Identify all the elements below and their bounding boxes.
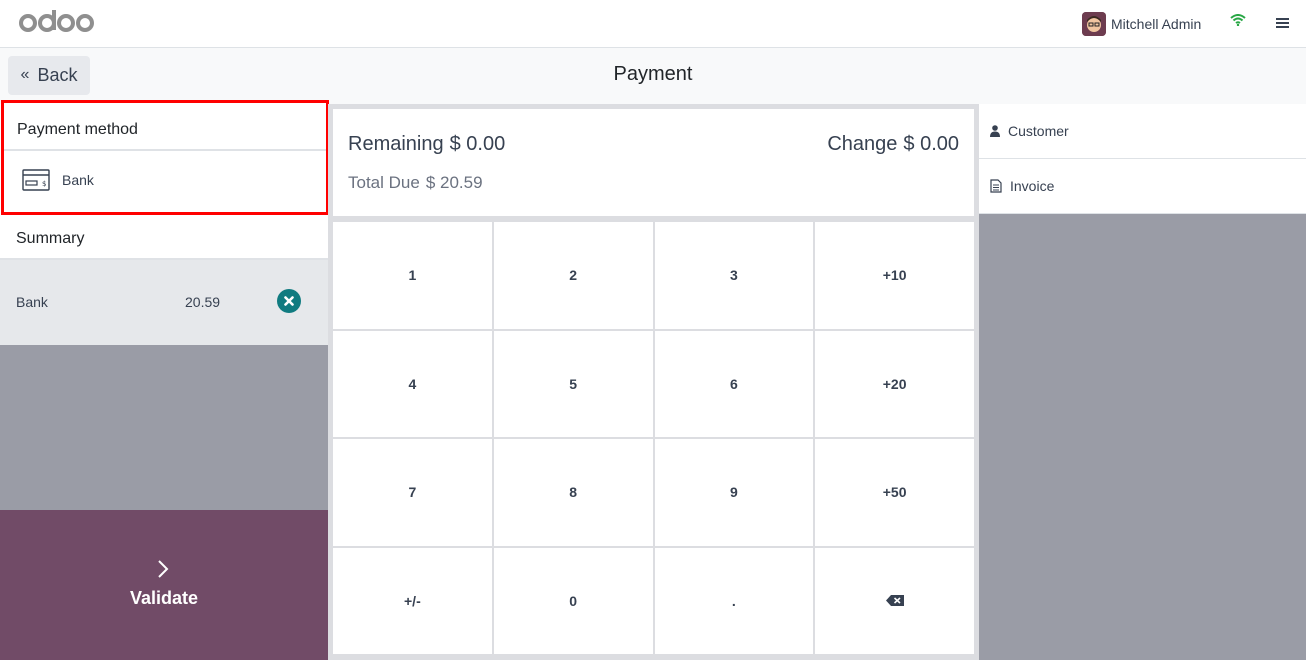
numpad-key-decimal[interactable]: . bbox=[654, 547, 814, 654]
numpad-key-5[interactable]: 5 bbox=[493, 330, 653, 437]
numpad-key-4[interactable]: 4 bbox=[333, 330, 492, 437]
chevron-right-icon bbox=[158, 560, 169, 578]
left-panel: Payment method $ Bank Summary Bank 20.59 bbox=[0, 100, 329, 660]
payment-line[interactable]: Bank 20.59 bbox=[0, 260, 328, 345]
numpad-key-sign[interactable]: +/- bbox=[333, 547, 492, 654]
summary-title: Summary bbox=[16, 230, 85, 247]
empty-area bbox=[0, 345, 328, 510]
page-title: Payment bbox=[613, 63, 693, 85]
invoice-label: Invoice bbox=[1010, 178, 1055, 194]
validate-button[interactable]: Validate bbox=[0, 510, 328, 660]
hamburger-menu-icon[interactable] bbox=[1276, 17, 1289, 29]
numpad-key-plus50[interactable]: +50 bbox=[815, 439, 974, 546]
payment-line-amount: 20.59 bbox=[185, 294, 221, 310]
numpad-key-plus20[interactable]: +20 bbox=[815, 330, 974, 437]
numpad-key-0[interactable]: 0 bbox=[493, 547, 653, 654]
divider bbox=[4, 149, 326, 151]
remaining-label: Remaining bbox=[348, 133, 444, 155]
numpad-key-2[interactable]: 2 bbox=[493, 222, 653, 329]
change-label: Change bbox=[827, 133, 898, 155]
change: Change $ 0.00 bbox=[827, 133, 959, 156]
close-icon bbox=[284, 296, 294, 306]
numpad-key-9[interactable]: 9 bbox=[654, 439, 814, 546]
validate-label: Validate bbox=[129, 588, 199, 608]
payment-method-section: Payment method $ Bank bbox=[1, 100, 329, 215]
wifi-icon bbox=[1230, 14, 1246, 26]
total-due-value: $ 20.59 bbox=[425, 173, 483, 192]
numpad-key-8[interactable]: 8 bbox=[493, 439, 653, 546]
invoice-button[interactable]: Invoice bbox=[979, 159, 1306, 214]
numpad-key-1[interactable]: 1 bbox=[333, 222, 492, 329]
numpad-key-plus10[interactable]: +10 bbox=[815, 222, 974, 329]
payment-line-name: Bank bbox=[16, 294, 48, 310]
top-navbar: Mitchell Admin bbox=[0, 0, 1306, 48]
svg-text:$: $ bbox=[42, 180, 46, 188]
payment-status: Remaining $ 0.00 Change $ 0.00 Total Due $ … bbox=[333, 109, 974, 216]
payment-method-title: Payment method bbox=[17, 121, 138, 138]
payment-method-label: Bank bbox=[62, 172, 94, 188]
credit-card-icon: $ bbox=[22, 169, 50, 191]
customer-button[interactable]: Customer bbox=[979, 104, 1306, 159]
odoo-logo[interactable] bbox=[18, 6, 98, 40]
numpad-key-3[interactable]: 3 bbox=[654, 222, 814, 329]
total-due-label: Total Due bbox=[348, 173, 420, 192]
backspace-icon bbox=[885, 595, 904, 607]
user-name: Mitchell Admin bbox=[1111, 16, 1202, 32]
delete-payment-button[interactable] bbox=[277, 289, 301, 313]
user-icon bbox=[990, 125, 1000, 137]
control-bar: « Back Payment bbox=[0, 48, 1306, 104]
payment-method-bank[interactable]: $ Bank bbox=[22, 169, 94, 191]
numpad: 1 2 3 +10 4 5 6 +20 7 8 9 +50 +/- 0 . bbox=[333, 222, 974, 654]
payment-center: Remaining $ 0.00 Change $ 0.00 Total Due $ … bbox=[328, 104, 979, 660]
numpad-key-7[interactable]: 7 bbox=[333, 439, 492, 546]
change-value: $ 0.00 bbox=[903, 133, 959, 155]
remaining-value: $ 0.00 bbox=[449, 133, 506, 155]
total-due: Total Due $ 20.59 bbox=[348, 173, 483, 193]
remaining: Remaining $ 0.00 bbox=[348, 133, 505, 156]
avatar bbox=[1082, 12, 1106, 36]
user-menu[interactable]: Mitchell Admin bbox=[1082, 10, 1201, 38]
document-icon bbox=[990, 179, 1002, 193]
numpad-key-backspace[interactable] bbox=[815, 547, 974, 654]
right-panel: Customer Invoice bbox=[979, 104, 1306, 660]
customer-label: Customer bbox=[1008, 123, 1069, 139]
numpad-key-6[interactable]: 6 bbox=[654, 330, 814, 437]
